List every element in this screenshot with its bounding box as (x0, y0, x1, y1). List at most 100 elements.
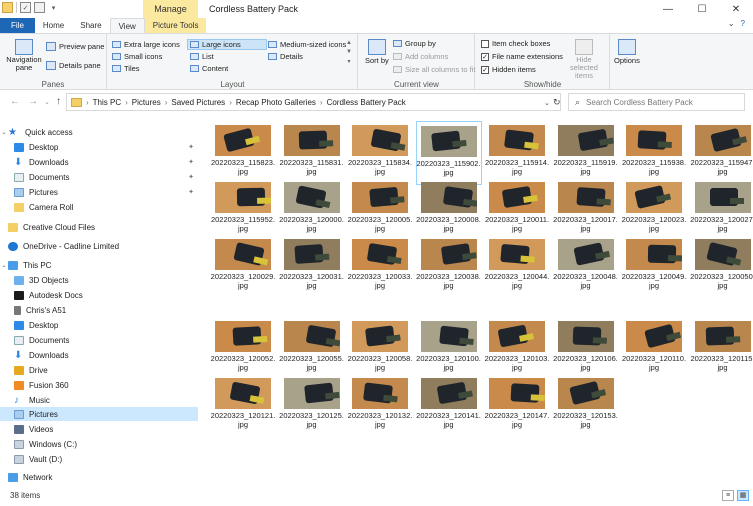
file-tile[interactable]: 20220323_120000. jpg (279, 178, 345, 242)
add-columns-button[interactable]: Add columns (393, 52, 448, 61)
options-button[interactable]: Options (614, 39, 640, 65)
file-tile[interactable]: 20220323_120049. jpg (621, 235, 687, 299)
hidden-items-checkbox[interactable]: ✓ (481, 65, 489, 74)
nav-pc-fusion-360[interactable]: Fusion 360 (0, 378, 198, 392)
file-tile[interactable]: 20220323_120106. jpg (553, 317, 619, 381)
large-icons-option[interactable]: Large icons (190, 40, 241, 49)
nav-pc-music[interactable]: ♪ Music (0, 393, 198, 407)
hidden-items-toggle[interactable]: ✓ Hidden items (481, 65, 536, 74)
file-tile[interactable]: 20220323_120031. jpg (279, 235, 345, 299)
file-tile[interactable]: 20220323_120008. jpg (416, 178, 482, 242)
breadcrumb-separator[interactable]: › (229, 98, 232, 107)
file-tile[interactable]: 20220323_120033. jpg (347, 235, 413, 299)
nav-this-pc[interactable]: ⌄ This PC (0, 258, 198, 272)
nav-qa-camera-roll[interactable]: Camera Roll (0, 200, 198, 214)
layout-scroll[interactable]: ▲ ▼ ▾ (346, 40, 352, 65)
search-input[interactable]: ⌕ Search Cordless Battery Pack (568, 93, 745, 111)
file-tile[interactable]: 20220323_120038. jpg (416, 235, 482, 299)
nav-pc-drive[interactable]: Drive (0, 363, 198, 377)
pin-icon[interactable]: ✦ (188, 143, 194, 151)
manage-tab[interactable]: Manage (143, 0, 198, 18)
properties-icon[interactable]: ✓ (20, 2, 31, 13)
file-tile[interactable]: 20220323_120103. jpg (484, 317, 550, 381)
file-tile[interactable]: 20220323_120147. jpg (484, 374, 550, 438)
group-by-button[interactable]: Group by (393, 39, 436, 48)
nav-creative-cloud[interactable]: Creative Cloud Files (0, 220, 198, 234)
file-tile[interactable]: 20220323_120029. jpg (210, 235, 276, 299)
collapse-ribbon-icon[interactable]: ⌄ (728, 19, 735, 28)
size-columns-button[interactable]: Size all columns to fit (393, 65, 475, 74)
nav-pc-autodesk-docs[interactable]: Autodesk Docs (0, 288, 198, 302)
nav-pc-pictures[interactable]: Pictures (0, 407, 198, 421)
file-tile[interactable]: 20220323_120052. jpg (210, 317, 276, 381)
details-view-icon[interactable]: ≡ (722, 490, 734, 501)
tab-file[interactable]: File (0, 18, 35, 33)
file-tile[interactable]: 20220323_120050. jpg (690, 235, 753, 299)
scroll-up-icon[interactable]: ▲ (346, 40, 352, 46)
file-name-extensions-toggle[interactable]: ✓ File name extensions (481, 52, 563, 61)
pin-icon[interactable]: ✦ (188, 188, 194, 196)
nav-pc-downloads[interactable]: ⬇ Downloads (0, 348, 198, 362)
nav-pc-3d-objects[interactable]: 3D Objects (0, 273, 198, 287)
breadcrumb-pictures[interactable]: Pictures (132, 98, 161, 107)
nav-qa-desktop[interactable]: Desktop ✦ (0, 140, 198, 154)
small-icons-option[interactable]: Small icons (112, 52, 162, 61)
address-dropdown-icon[interactable]: ⌄ (544, 99, 550, 107)
navigation-pane-button[interactable]: Navigation pane (6, 39, 42, 72)
details-option[interactable]: Details (268, 52, 303, 61)
recent-locations-icon[interactable]: ⌄ (44, 98, 50, 106)
file-tile[interactable]: 20220323_115952. jpg (210, 178, 276, 242)
extra-large-icons-option[interactable]: Extra large icons (112, 40, 180, 49)
file-tile[interactable]: 20220323_115914. jpg (484, 121, 550, 185)
nav-quick-access[interactable]: ⌄ ★ Quick access (0, 125, 198, 139)
collapse-chevron-icon[interactable]: ⌄ (0, 129, 8, 136)
tiles-option[interactable]: Tiles (112, 64, 140, 73)
file-tile[interactable]: 20220323_115902. jpg (415, 121, 482, 185)
nav-qa-downloads[interactable]: ⬇ Downloads ✦ (0, 155, 198, 169)
expand-gallery-icon[interactable]: ▾ (347, 58, 350, 65)
preview-pane-button[interactable]: Preview pane (46, 42, 104, 51)
content-option[interactable]: Content (190, 64, 228, 73)
breadcrumb[interactable]: › This PC › Pictures › Saved Pictures › … (66, 93, 561, 111)
breadcrumb-saved-pictures[interactable]: Saved Pictures (171, 98, 225, 107)
refresh-icon[interactable]: ↻ (553, 97, 561, 108)
file-tile[interactable]: 20220323_120048. jpg (553, 235, 619, 299)
nav-qa-documents[interactable]: Documents ✦ (0, 170, 198, 184)
file-tile[interactable]: 20220323_120017. jpg (553, 178, 619, 242)
breadcrumb-separator[interactable]: › (125, 98, 128, 107)
file-tile[interactable]: 20220323_120100. jpg (416, 317, 482, 381)
hide-selected-items-button[interactable]: Hide selected items (562, 39, 606, 80)
file-tile[interactable]: 20220323_120055. jpg (279, 317, 345, 381)
file-tile[interactable]: 20220323_120121. jpg (210, 374, 276, 438)
close-button[interactable]: ✕ (719, 0, 753, 18)
tab-home[interactable]: Home (35, 18, 72, 33)
file-tile[interactable]: 20220323_115919. jpg (553, 121, 619, 185)
file-tile[interactable]: 20220323_120044. jpg (484, 235, 550, 299)
file-name-extensions-checkbox[interactable]: ✓ (481, 52, 489, 61)
list-option[interactable]: List (190, 52, 214, 61)
maximize-button[interactable]: ☐ (685, 0, 719, 18)
nav-pc-documents[interactable]: Documents (0, 333, 198, 347)
nav-onedrive[interactable]: OneDrive - Cadline Limited (0, 239, 198, 253)
file-tile[interactable]: 20220323_120027. jpg (690, 178, 753, 242)
file-tile[interactable]: 20220323_115947. jpg (690, 121, 753, 185)
tab-view[interactable]: View (109, 18, 145, 33)
nav-network[interactable]: Network (0, 470, 198, 484)
file-tile[interactable]: 20220323_120141. jpg (416, 374, 482, 438)
item-check-boxes-checkbox[interactable] (481, 39, 489, 48)
medium-icons-option[interactable]: Medium-sized icons (268, 40, 346, 49)
breadcrumb-separator[interactable]: › (320, 98, 323, 107)
file-tile[interactable]: 20220323_120125. jpg (279, 374, 345, 438)
file-tile[interactable]: 20220323_115823. jpg (210, 121, 276, 185)
sort-by-button[interactable]: Sort by (365, 39, 389, 65)
breadcrumb-recap-photo-galleries[interactable]: Recap Photo Galleries (236, 98, 316, 107)
tab-share[interactable]: Share (72, 18, 109, 33)
help-icon[interactable]: ? (741, 19, 745, 28)
file-tile[interactable]: 20220323_120058. jpg (347, 317, 413, 381)
file-tile[interactable]: 20220323_120115. jpg (690, 317, 753, 381)
nav-pc-vault-d[interactable]: Vault (D:) (0, 452, 198, 466)
file-tile[interactable]: 20220323_120153. jpg (553, 374, 619, 438)
nav-pc-windows-c[interactable]: Windows (C:) (0, 437, 198, 451)
breadcrumb-cordless-battery-pack[interactable]: Cordless Battery Pack (327, 98, 406, 107)
breadcrumb-separator[interactable]: › (165, 98, 168, 107)
